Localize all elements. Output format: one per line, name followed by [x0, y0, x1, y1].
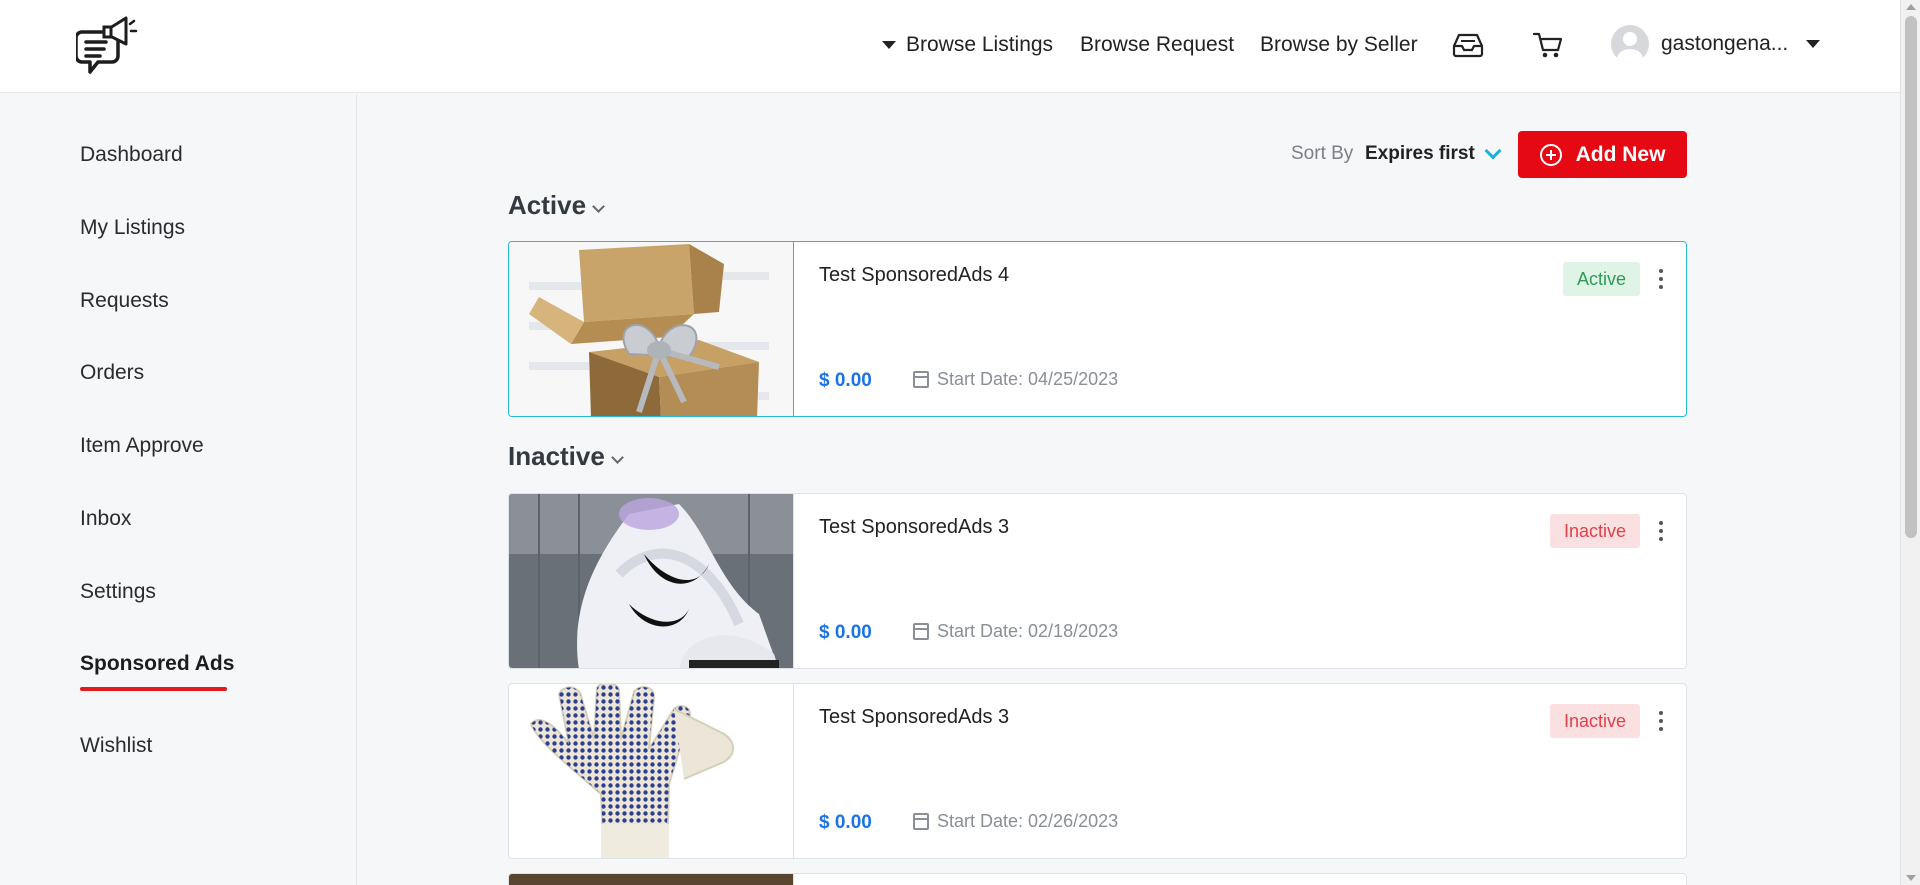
calendar-icon [913, 813, 929, 830]
ad-price: $ 0.00 [819, 370, 872, 391]
add-new-button[interactable]: Add New [1518, 131, 1687, 178]
start-date-text: Start Date: 02/26/2023 [937, 811, 1119, 831]
shopping-cart-icon[interactable] [1531, 30, 1565, 60]
section-title: Active [508, 190, 587, 220]
browse-request-link[interactable]: Browse Request [1080, 33, 1234, 57]
ad-start-date: Start Date: 02/26/2023 [913, 811, 1118, 832]
chevron-down-icon [592, 200, 605, 213]
caret-down-icon [1806, 40, 1821, 48]
active-indicator [80, 687, 227, 691]
ad-title[interactable]: Test SponsoredAds 3 [819, 706, 1009, 729]
sidebar-item-wishlist[interactable]: Wishlist [80, 734, 152, 758]
ad-price: $ 0.00 [819, 622, 872, 643]
ad-card[interactable]: Test SponsoredAds 3 Inactive $ 0.00 Star… [508, 683, 1687, 859]
ad-price: $ 0.00 [819, 812, 872, 833]
calendar-icon [913, 623, 929, 640]
scroll-up-arrow-icon[interactable] [1906, 4, 1916, 10]
caret-down-icon [882, 41, 896, 49]
top-header: Browse Listings Browse Request Browse by… [0, 0, 1900, 93]
scroll-down-arrow-icon[interactable] [1906, 875, 1916, 881]
browse-by-seller-link[interactable]: Browse by Seller [1260, 33, 1418, 57]
status-badge: Inactive [1550, 514, 1640, 548]
scrollbar-thumb[interactable] [1905, 16, 1917, 538]
sidebar-item-requests[interactable]: Requests [80, 289, 169, 313]
status-badge: Active [1563, 262, 1640, 296]
calendar-icon [913, 371, 929, 388]
username: gastongena... [1661, 32, 1789, 55]
sort-value: Expires first [1365, 143, 1475, 164]
chevron-down-icon [1484, 142, 1502, 160]
sort-select[interactable]: Expires first [1365, 142, 1502, 165]
ad-title[interactable]: Test SponsoredAds 3 [819, 516, 1009, 539]
avatar [1611, 25, 1649, 63]
browse-listings-label: Browse Listings [906, 33, 1054, 56]
sidebar-item-inbox[interactable]: Inbox [80, 507, 131, 531]
ad-thumbnail [509, 874, 794, 885]
section-title: Inactive [508, 441, 605, 471]
sidebar: Dashboard My Listings Requests Orders It… [0, 94, 357, 885]
inbox-tray-icon[interactable] [1451, 30, 1485, 60]
plus-circle-icon [1539, 143, 1562, 166]
user-menu[interactable]: gastongena... [1611, 24, 1821, 64]
ad-start-date: Start Date: 04/25/2023 [913, 369, 1118, 390]
more-options-icon[interactable] [1658, 521, 1664, 543]
ad-card-partial[interactable] [508, 873, 1687, 885]
start-date-text: Start Date: 02/18/2023 [937, 621, 1119, 641]
gift-box-image [509, 242, 794, 416]
ad-card[interactable]: Test SponsoredAds 4 Active $ 0.00 Start … [508, 241, 1687, 417]
sidebar-item-settings[interactable]: Settings [80, 580, 156, 604]
sidebar-item-my-listings[interactable]: My Listings [80, 216, 185, 240]
browse-listings-dropdown[interactable]: Browse Listings [882, 33, 1053, 57]
ad-start-date: Start Date: 02/18/2023 [913, 621, 1118, 642]
work-glove-image [509, 684, 794, 858]
section-inactive-toggle[interactable]: Inactive [508, 441, 624, 472]
section-active-toggle[interactable]: Active [508, 190, 605, 221]
more-options-icon[interactable] [1658, 269, 1664, 291]
sidebar-item-sponsored-ads[interactable]: Sponsored Ads [80, 652, 234, 676]
start-date-text: Start Date: 04/25/2023 [937, 369, 1119, 389]
sort-by-label: Sort By [1291, 143, 1354, 164]
more-options-icon[interactable] [1658, 711, 1664, 733]
megaphone-chat-logo-icon[interactable] [74, 14, 138, 78]
sidebar-item-item-approve[interactable]: Item Approve [80, 434, 204, 458]
chevron-down-icon [610, 451, 624, 464]
vertical-scrollbar[interactable] [1900, 0, 1920, 885]
sidebar-item-dashboard[interactable]: Dashboard [80, 143, 183, 167]
ad-title[interactable]: Test SponsoredAds 4 [819, 264, 1009, 287]
sidebar-item-orders[interactable]: Orders [80, 361, 144, 385]
status-badge: Inactive [1550, 704, 1640, 738]
ad-card[interactable]: Test SponsoredAds 3 Inactive $ 0.00 Star… [508, 493, 1687, 669]
add-new-label: Add New [1575, 142, 1666, 166]
sneakers-image [509, 494, 794, 668]
